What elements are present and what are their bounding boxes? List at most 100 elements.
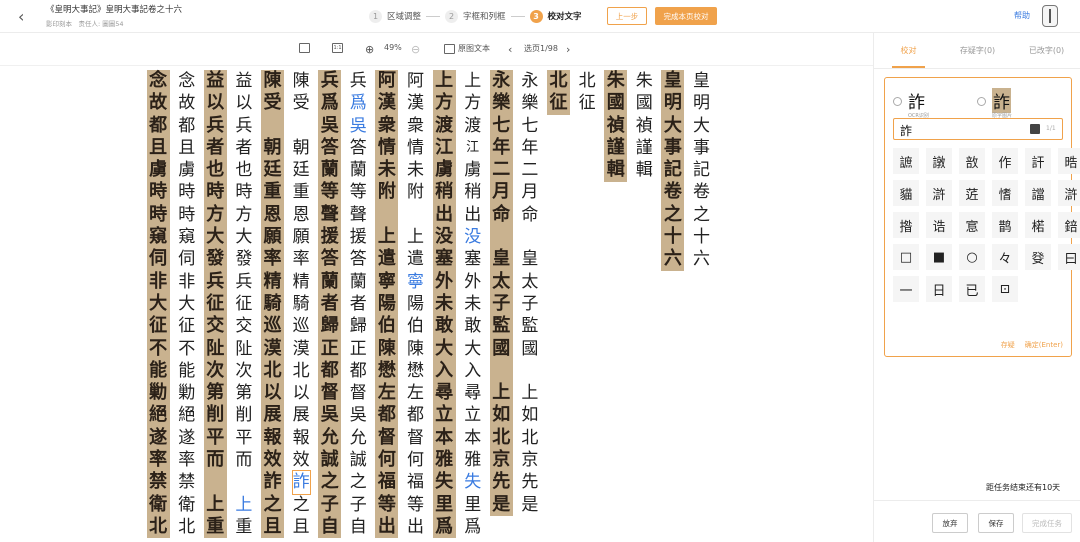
char-cell[interactable]: 爲: [464, 516, 481, 538]
char-cell[interactable]: 願: [293, 226, 310, 248]
char-cell[interactable]: [521, 360, 538, 382]
char-cell[interactable]: 督: [321, 382, 339, 404]
char-cell[interactable]: 效: [264, 449, 282, 471]
char-cell[interactable]: 而: [235, 449, 252, 471]
char-cell[interactable]: 方: [206, 204, 224, 226]
char-cell[interactable]: 禎: [607, 115, 625, 137]
char-cell[interactable]: 衆: [378, 115, 396, 137]
char-cell[interactable]: 虜: [464, 159, 481, 181]
zoom-out-icon[interactable]: ⊖: [411, 43, 420, 56]
char-cell[interactable]: 附: [407, 181, 424, 203]
prev-step-button[interactable]: 上一步: [607, 7, 647, 25]
next-page-icon[interactable]: ›: [566, 43, 570, 56]
step-region-adjust[interactable]: 1 区域调整: [369, 9, 421, 23]
char-cell[interactable]: 征: [235, 293, 252, 315]
char-cell[interactable]: 没: [464, 226, 481, 248]
char-cell[interactable]: 平: [235, 427, 252, 449]
char-cell[interactable]: 禎: [636, 115, 653, 137]
user-avatar[interactable]: [1042, 5, 1058, 27]
char-cell[interactable]: 里: [435, 494, 453, 516]
char-cell[interactable]: 命: [521, 204, 538, 226]
char-cell[interactable]: 援: [350, 226, 367, 248]
char-cell[interactable]: 且: [293, 516, 310, 538]
char-cell[interactable]: 明: [693, 92, 710, 114]
char-cell[interactable]: 重: [293, 181, 310, 203]
char-cell[interactable]: 左: [378, 382, 396, 404]
char-cell[interactable]: 朱: [636, 70, 653, 92]
fit-size-icon[interactable]: 1:1: [332, 43, 343, 53]
char-cell[interactable]: 正: [321, 338, 339, 360]
char-cell[interactable]: 兵: [350, 70, 367, 92]
char-cell[interactable]: 監: [492, 315, 510, 337]
ocr-text-column[interactable]: 上方渡江虜稍出没塞外未敢大入尋立本雅失里爲: [461, 70, 484, 542]
char-cell[interactable]: [492, 360, 510, 382]
char-cell[interactable]: 等: [321, 181, 339, 203]
char-cell[interactable]: 阿: [407, 70, 424, 92]
char-cell[interactable]: 者: [350, 293, 367, 315]
char-cell[interactable]: 子: [492, 293, 510, 315]
char-cell[interactable]: [264, 115, 282, 137]
char-cell[interactable]: 衆: [407, 115, 424, 137]
char-cell[interactable]: 廷: [264, 159, 282, 181]
char-cell[interactable]: 陳: [264, 70, 282, 92]
char-cell[interactable]: 寧: [378, 271, 396, 293]
char-cell[interactable]: 未: [435, 293, 453, 315]
char-cell[interactable]: 未: [407, 159, 424, 181]
char-cell[interactable]: 時: [235, 181, 252, 203]
char-cell[interactable]: 輯: [607, 159, 625, 181]
char-cell[interactable]: 漢: [407, 92, 424, 114]
variant-char-option[interactable]: 诰: [926, 212, 952, 238]
char-cell[interactable]: 等: [350, 181, 367, 203]
char-cell[interactable]: 方: [235, 204, 252, 226]
tab-proofread[interactable]: 校对: [874, 33, 943, 68]
char-cell[interactable]: 受: [264, 92, 282, 114]
char-cell[interactable]: 重: [264, 181, 282, 203]
char-cell[interactable]: 時: [178, 204, 195, 226]
char-cell[interactable]: 聲: [350, 204, 367, 226]
char-cell[interactable]: 遣: [407, 248, 424, 270]
radio-image[interactable]: [977, 97, 986, 106]
variant-char-option[interactable]: 癹: [1025, 244, 1051, 270]
doubt-button[interactable]: 存疑: [1001, 340, 1015, 350]
char-cell[interactable]: 時: [149, 204, 167, 226]
char-cell[interactable]: 率: [264, 248, 282, 270]
char-cell[interactable]: 受: [293, 92, 310, 114]
char-cell[interactable]: 平: [206, 427, 224, 449]
char-cell[interactable]: 漠: [293, 338, 310, 360]
char-cell[interactable]: 恩: [293, 204, 310, 226]
step-proofread-text[interactable]: 3 校对文字: [529, 9, 582, 23]
char-cell[interactable]: 樂: [492, 92, 510, 114]
variant-char-option[interactable]: 譈: [926, 148, 952, 174]
char-cell[interactable]: 誠: [350, 449, 367, 471]
char-cell[interactable]: 虜: [435, 159, 453, 181]
char-cell[interactable]: 月: [521, 181, 538, 203]
char-cell[interactable]: 都: [378, 404, 396, 426]
char-cell[interactable]: 六: [664, 248, 682, 270]
char-cell[interactable]: 率: [149, 449, 167, 471]
char-cell[interactable]: 之: [321, 471, 339, 493]
original-image-column[interactable]: 阿漢衆情未附 上遣寧陽伯陳懋左都督何福等出: [375, 70, 399, 539]
char-cell[interactable]: 爲: [435, 516, 453, 538]
variant-char-option[interactable]: 晧: [1058, 148, 1080, 174]
char-cell[interactable]: 第: [235, 382, 252, 404]
char-cell[interactable]: 絕: [178, 404, 195, 426]
variant-char-option[interactable]: 鹊: [992, 212, 1018, 238]
tab-doubtful-chars[interactable]: 存疑字(0): [943, 33, 1012, 68]
char-cell[interactable]: 入: [464, 360, 481, 382]
char-cell[interactable]: 子: [521, 293, 538, 315]
char-cell[interactable]: 之: [350, 471, 367, 493]
char-cell[interactable]: 征: [206, 293, 224, 315]
char-cell[interactable]: 歸: [350, 315, 367, 337]
char-cell[interactable]: 非: [149, 271, 167, 293]
variant-char-option[interactable]: 日: [926, 276, 952, 302]
char-cell[interactable]: [206, 471, 224, 493]
char-cell[interactable]: 七: [492, 115, 510, 137]
variant-char-option[interactable]: 謶: [893, 148, 919, 174]
char-cell[interactable]: 大: [149, 293, 167, 315]
char-cell[interactable]: 方: [435, 92, 453, 114]
char-cell[interactable]: 督: [407, 427, 424, 449]
char-cell[interactable]: 自: [321, 516, 339, 538]
variant-char-option[interactable]: 揝: [893, 212, 919, 238]
ocr-text-column[interactable]: 阿漢衆情未附 上遣寧陽伯陳懋左都督何福等出: [404, 70, 427, 542]
char-cell[interactable]: 以: [264, 382, 282, 404]
